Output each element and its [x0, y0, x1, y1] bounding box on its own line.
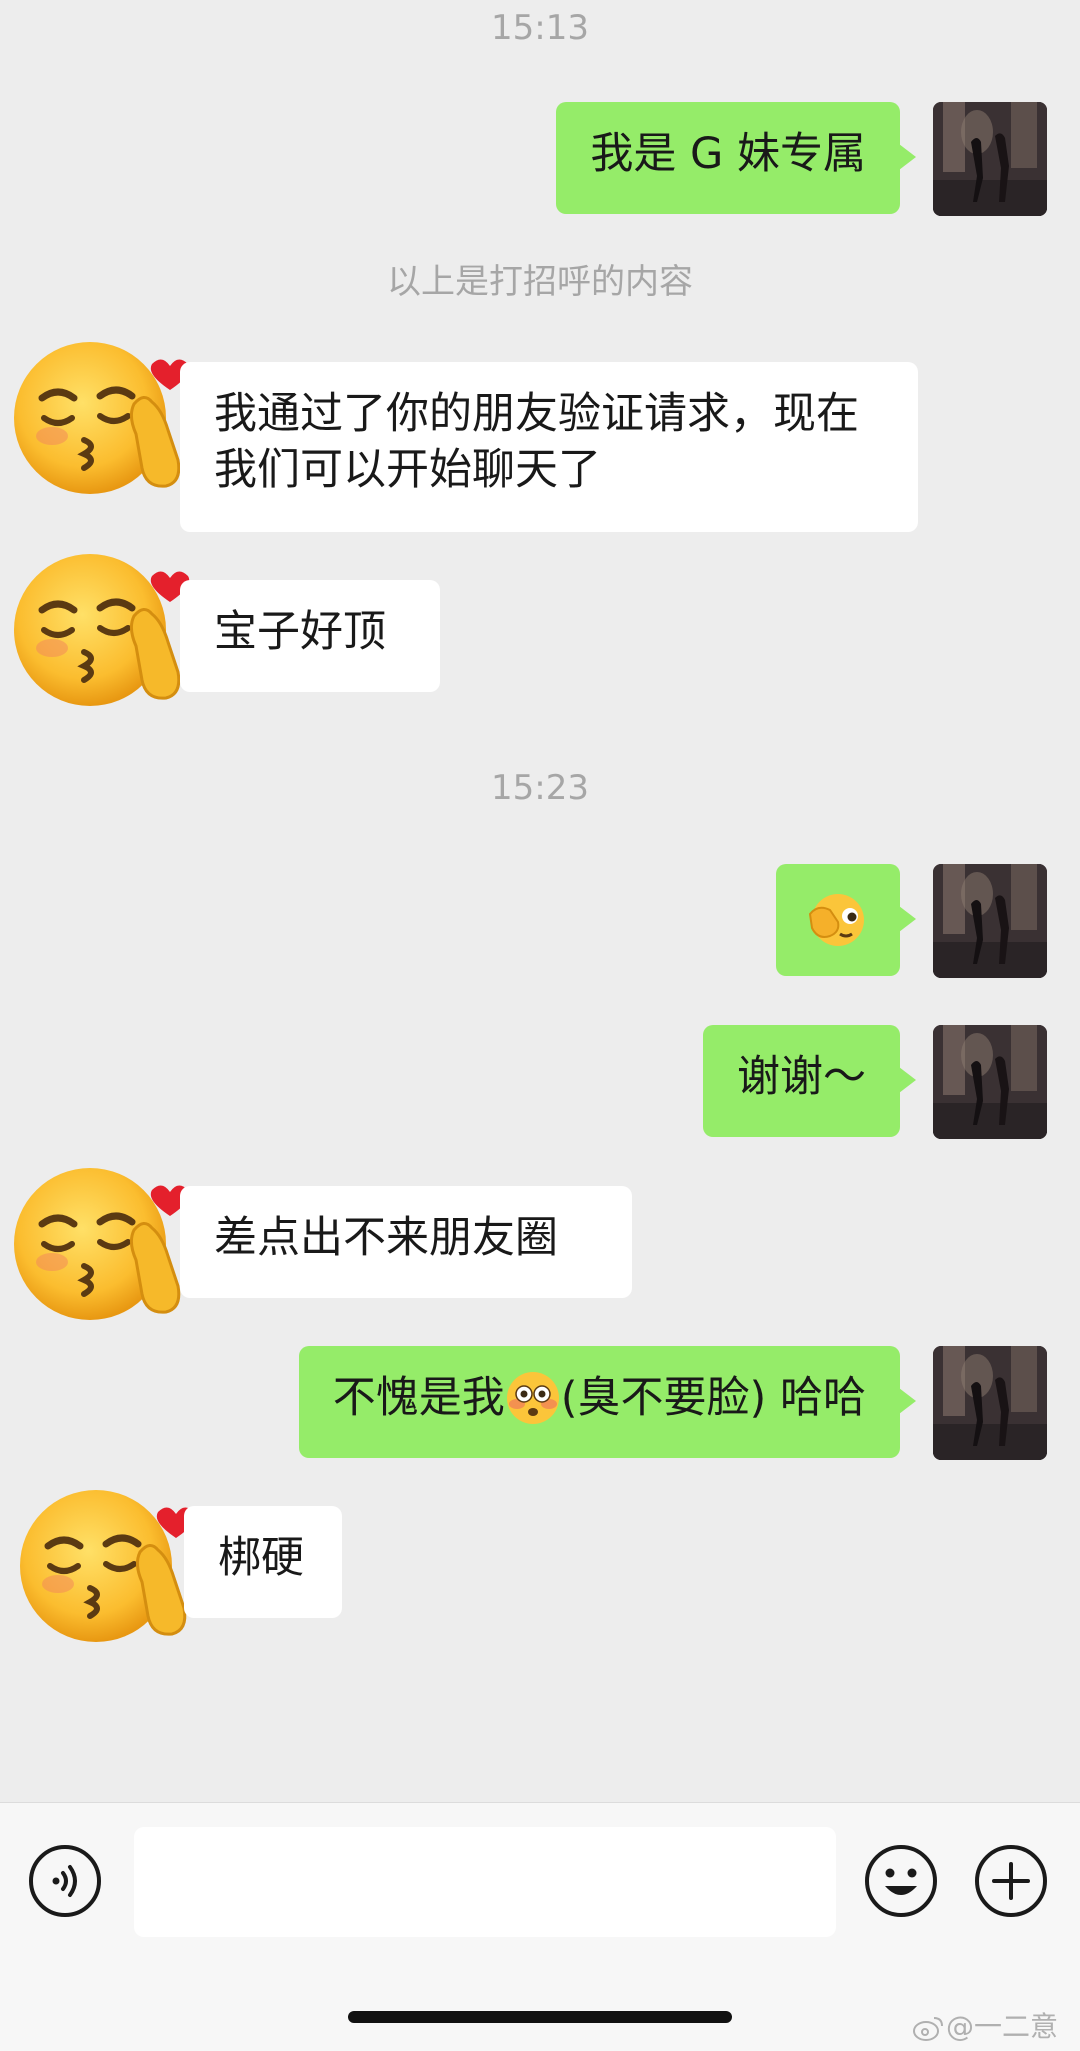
incoming-bubble[interactable]: 我通过了你的朋友验证请求，现在我们可以开始聊天了: [180, 362, 918, 532]
incoming-bubble[interactable]: 梆硬: [184, 1506, 342, 1618]
message-text: 梆硬: [218, 1533, 304, 1583]
voice-input-button[interactable]: [28, 1844, 102, 1918]
smiley-icon: [865, 1845, 937, 1917]
avatar[interactable]: [933, 102, 1047, 216]
flushed-face-icon: [506, 1371, 559, 1424]
outgoing-bubble[interactable]: 谢谢～: [703, 1025, 916, 1137]
message-text: 宝子好顶: [214, 607, 386, 657]
plus-icon: [975, 1845, 1047, 1917]
outgoing-bubble[interactable]: [776, 864, 916, 976]
avatar[interactable]: [933, 1346, 1047, 1460]
avatar[interactable]: [933, 1025, 1047, 1139]
incoming-bubble[interactable]: 宝子好顶: [180, 580, 440, 692]
message-text: (臭不要脸) 哈哈: [560, 1373, 866, 1423]
avatar[interactable]: [18, 1488, 208, 1648]
watermark-text: @一二意: [946, 2010, 1059, 2043]
chat-area[interactable]: 15:13 我是 G 妹专属 以上是打招呼的内容 我通过了你的朋友验证请求，现在…: [0, 0, 1080, 1802]
kissing-face-emoji-icon: [14, 342, 190, 494]
outgoing-bubble[interactable]: 不愧是我 (臭不要脸) 哈哈: [298, 1346, 917, 1458]
input-bar: @一二意: [0, 1802, 1080, 2051]
message-text: 差点出不来朋友圈: [214, 1213, 558, 1263]
kissing-face-emoji-icon: [14, 1168, 190, 1320]
timestamp: 15:23: [491, 768, 589, 808]
outgoing-bubble[interactable]: 我是 G 妹专属: [556, 102, 916, 214]
voice-icon: [29, 1845, 101, 1917]
system-note: 以上是打招呼的内容: [387, 262, 693, 302]
kissing-face-emoji-icon: [14, 554, 190, 706]
more-button[interactable]: [974, 1844, 1048, 1918]
message-input[interactable]: [134, 1827, 836, 1937]
message-text: 谢谢～: [737, 1052, 866, 1102]
timestamp: 15:13: [491, 8, 589, 48]
kissing-face-emoji-icon: [20, 1490, 196, 1642]
avatar[interactable]: [12, 552, 202, 712]
avatar[interactable]: [12, 340, 202, 500]
message-text: 我通过了你的朋友验证请求，现在我们可以开始聊天了: [214, 389, 859, 495]
home-indicator: [348, 2011, 732, 2023]
emoji-button[interactable]: [864, 1844, 938, 1918]
watermark: @一二意: [912, 2005, 1058, 2045]
avatar[interactable]: [933, 864, 1047, 978]
incoming-bubble[interactable]: 差点出不来朋友圈: [180, 1186, 632, 1298]
message-text: 我是 G 妹专属: [590, 129, 866, 179]
face-with-hand-over-eye-icon: [808, 894, 864, 946]
weibo-icon: [913, 2017, 943, 2041]
message-text: 不愧是我: [332, 1373, 505, 1423]
avatar[interactable]: [12, 1166, 202, 1326]
